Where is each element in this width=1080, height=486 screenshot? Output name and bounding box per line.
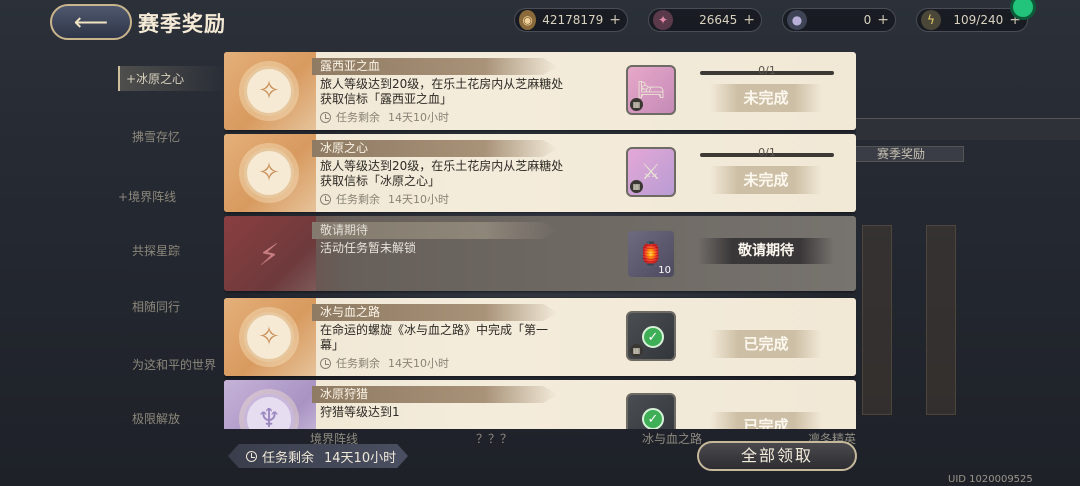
resource-value: 0 [863,13,872,27]
timer-label: 任务剩余 [336,357,380,370]
compass-star-icon: ✧ [258,158,280,188]
lantern-icon: 🏮 [637,241,665,267]
page-title: 赛季奖励 [138,12,226,36]
timer-value: 14天10小时 [324,450,397,466]
furniture-tag-icon: ▦ [630,98,643,111]
task-status: 已完成 [710,412,822,429]
menu-item-label: 境界阵线 [128,190,177,204]
task-card[interactable]: ✧ 露西亚之血 旅人等级达到20级，在乐土花房内从芝麻糖处获取信标「露西亚之血」… [224,52,856,130]
menu-item-ice-heart[interactable]: +冰原之心 [118,66,226,91]
task-status: 敬请期待 [698,238,834,264]
plus-icon: + [877,12,889,28]
clock-icon [320,193,331,205]
reward-item[interactable]: ✓ [626,393,676,429]
background-strip [862,225,892,415]
task-status: 已完成 [710,330,822,358]
task-card[interactable]: ♆ 冰原狩猎 狩猎等级达到1 ✓ 已完成 [224,380,856,429]
timer-label: 任务剩余 [336,193,380,206]
timer-value: 14天10小时 [388,357,449,370]
resource-value: 109/240 [953,13,1004,27]
resource-coin[interactable]: ◉ 42178179 + [514,8,628,32]
task-card-locked[interactable]: ⚡ 敬请期待 活动任务暂未解锁 🏮 10 敬请期待 [224,216,856,291]
clock-icon [320,357,331,369]
reward-item[interactable]: 🏮 10 [626,229,676,279]
timer-label: 任务剩余 [336,111,380,124]
timer-value: 14天10小时 [388,193,449,206]
task-status: 未完成 [710,84,822,112]
task-status: 未完成 [710,166,822,194]
star-crystal-icon: ✦ [653,10,673,30]
resource-value: 42178179 [542,13,604,27]
task-emblem: ✧ [224,134,316,212]
reward-item[interactable]: 🛏 ▦ [626,65,676,115]
task-emblem: ✧ [224,52,316,130]
menu-item[interactable]: +境界阵线 [118,188,176,205]
bed-icon: 🛏 [637,77,665,103]
background-strip [926,225,956,415]
reward-count: 10 [658,265,671,276]
task-emblem: ♆ [224,380,316,429]
plus-icon: + [609,12,621,28]
resource-value: 26645 [699,13,738,27]
clock-icon [246,450,257,462]
task-progress-text: 0/1 [758,146,776,159]
task-description: 旅人等级达到20级，在乐土花房内从芝麻糖处获取信标「冰原之心」 [320,159,564,188]
back-button[interactable]: ⟵ [50,4,132,40]
task-title: 冰原狩猎 [312,386,558,403]
task-card[interactable]: ✧ 冰原之心 旅人等级达到20级，在乐土花房内从芝麻糖处获取信标「冰原之心」 任… [224,134,856,212]
compass-star-icon: ✧ [258,76,280,106]
reward-item[interactable]: ⚔ ▦ [626,147,676,197]
lightning-icon: ϟ [921,10,941,30]
task-description: 狩猎等级达到1 [320,405,400,419]
check-icon: ✓ [642,408,664,429]
trident-emblem-icon: ♆ [257,404,281,429]
shield-decoration-icon: ⚔ [641,159,661,185]
menu-item[interactable]: 为这和平的世界 [132,356,216,373]
clock-icon [320,111,331,123]
check-icon: ✓ [642,326,664,348]
claim-all-button[interactable]: 全部领取 [697,441,857,471]
resource-star-crystal[interactable]: ✦ 26645 + [648,8,762,32]
task-description: 旅人等级达到20级，在乐土花房内从芝麻糖处获取信标「露西亚之血」 [320,77,564,106]
background-label: ？？？ [476,432,513,446]
back-arrow-icon: ⟵ [73,8,109,36]
background-panel [856,118,1080,140]
task-title: 冰与血之路 [312,304,558,321]
task-description: 活动任务暂未解锁 [320,241,417,255]
task-timer: 任务剩余 14天10小时 [320,355,449,371]
reward-item[interactable]: ✓ ▦ [626,311,676,361]
task-title: 敬请期待 [312,222,558,239]
task-card[interactable]: ✧ 冰与血之路 在命运的螺旋《冰与血之路》中完成「第一幕」 任务剩余 14天10… [224,298,856,376]
task-emblem: ⚡ [224,216,316,291]
background-tab-season-reward: 赛季奖励 [838,146,964,162]
lightning-emblem-icon: ⚡ [258,237,280,273]
orb-icon: ● [787,10,807,30]
task-title: 露西亚之血 [312,58,558,75]
compass-star-icon: ✧ [258,322,280,352]
timer-value: 14天10小时 [388,111,449,124]
timer-label: 任务剩余 [262,450,315,466]
menu-item[interactable]: 拂雪存忆 [132,128,180,145]
menu-item-label: 冰原之心 [136,72,185,86]
task-timer: 任务剩余 14天10小时 [320,191,449,207]
task-progress-text: 0/1 [758,64,776,77]
plus-icon: + [743,12,755,28]
task-list[interactable]: ✧ 露西亚之血 旅人等级达到20级，在乐土花房内从芝麻糖处获取信标「露西亚之血」… [224,52,856,429]
task-title: 冰原之心 [312,140,558,157]
task-timer: 任务剩余 14天10小时 [320,109,449,125]
resource-orb[interactable]: ● 0 + [782,8,896,32]
menu-item[interactable]: 共探星踪 [132,242,180,259]
background-label: 冰与血之路 [642,432,703,446]
task-description: 在命运的螺旋《冰与血之路》中完成「第一幕」 [320,323,549,352]
bottom-timer: 任务剩余 14天10小时 [228,444,408,468]
menu-item[interactable]: 相随同行 [132,298,180,315]
menu-item[interactable]: 极限解放 [132,410,180,427]
task-emblem: ✧ [224,298,316,376]
coin-icon: ◉ [519,10,537,30]
furniture-tag-icon: ▦ [630,344,643,357]
uid-label: UID 1020009525 [948,474,1033,485]
furniture-tag-icon: ▦ [630,180,643,193]
